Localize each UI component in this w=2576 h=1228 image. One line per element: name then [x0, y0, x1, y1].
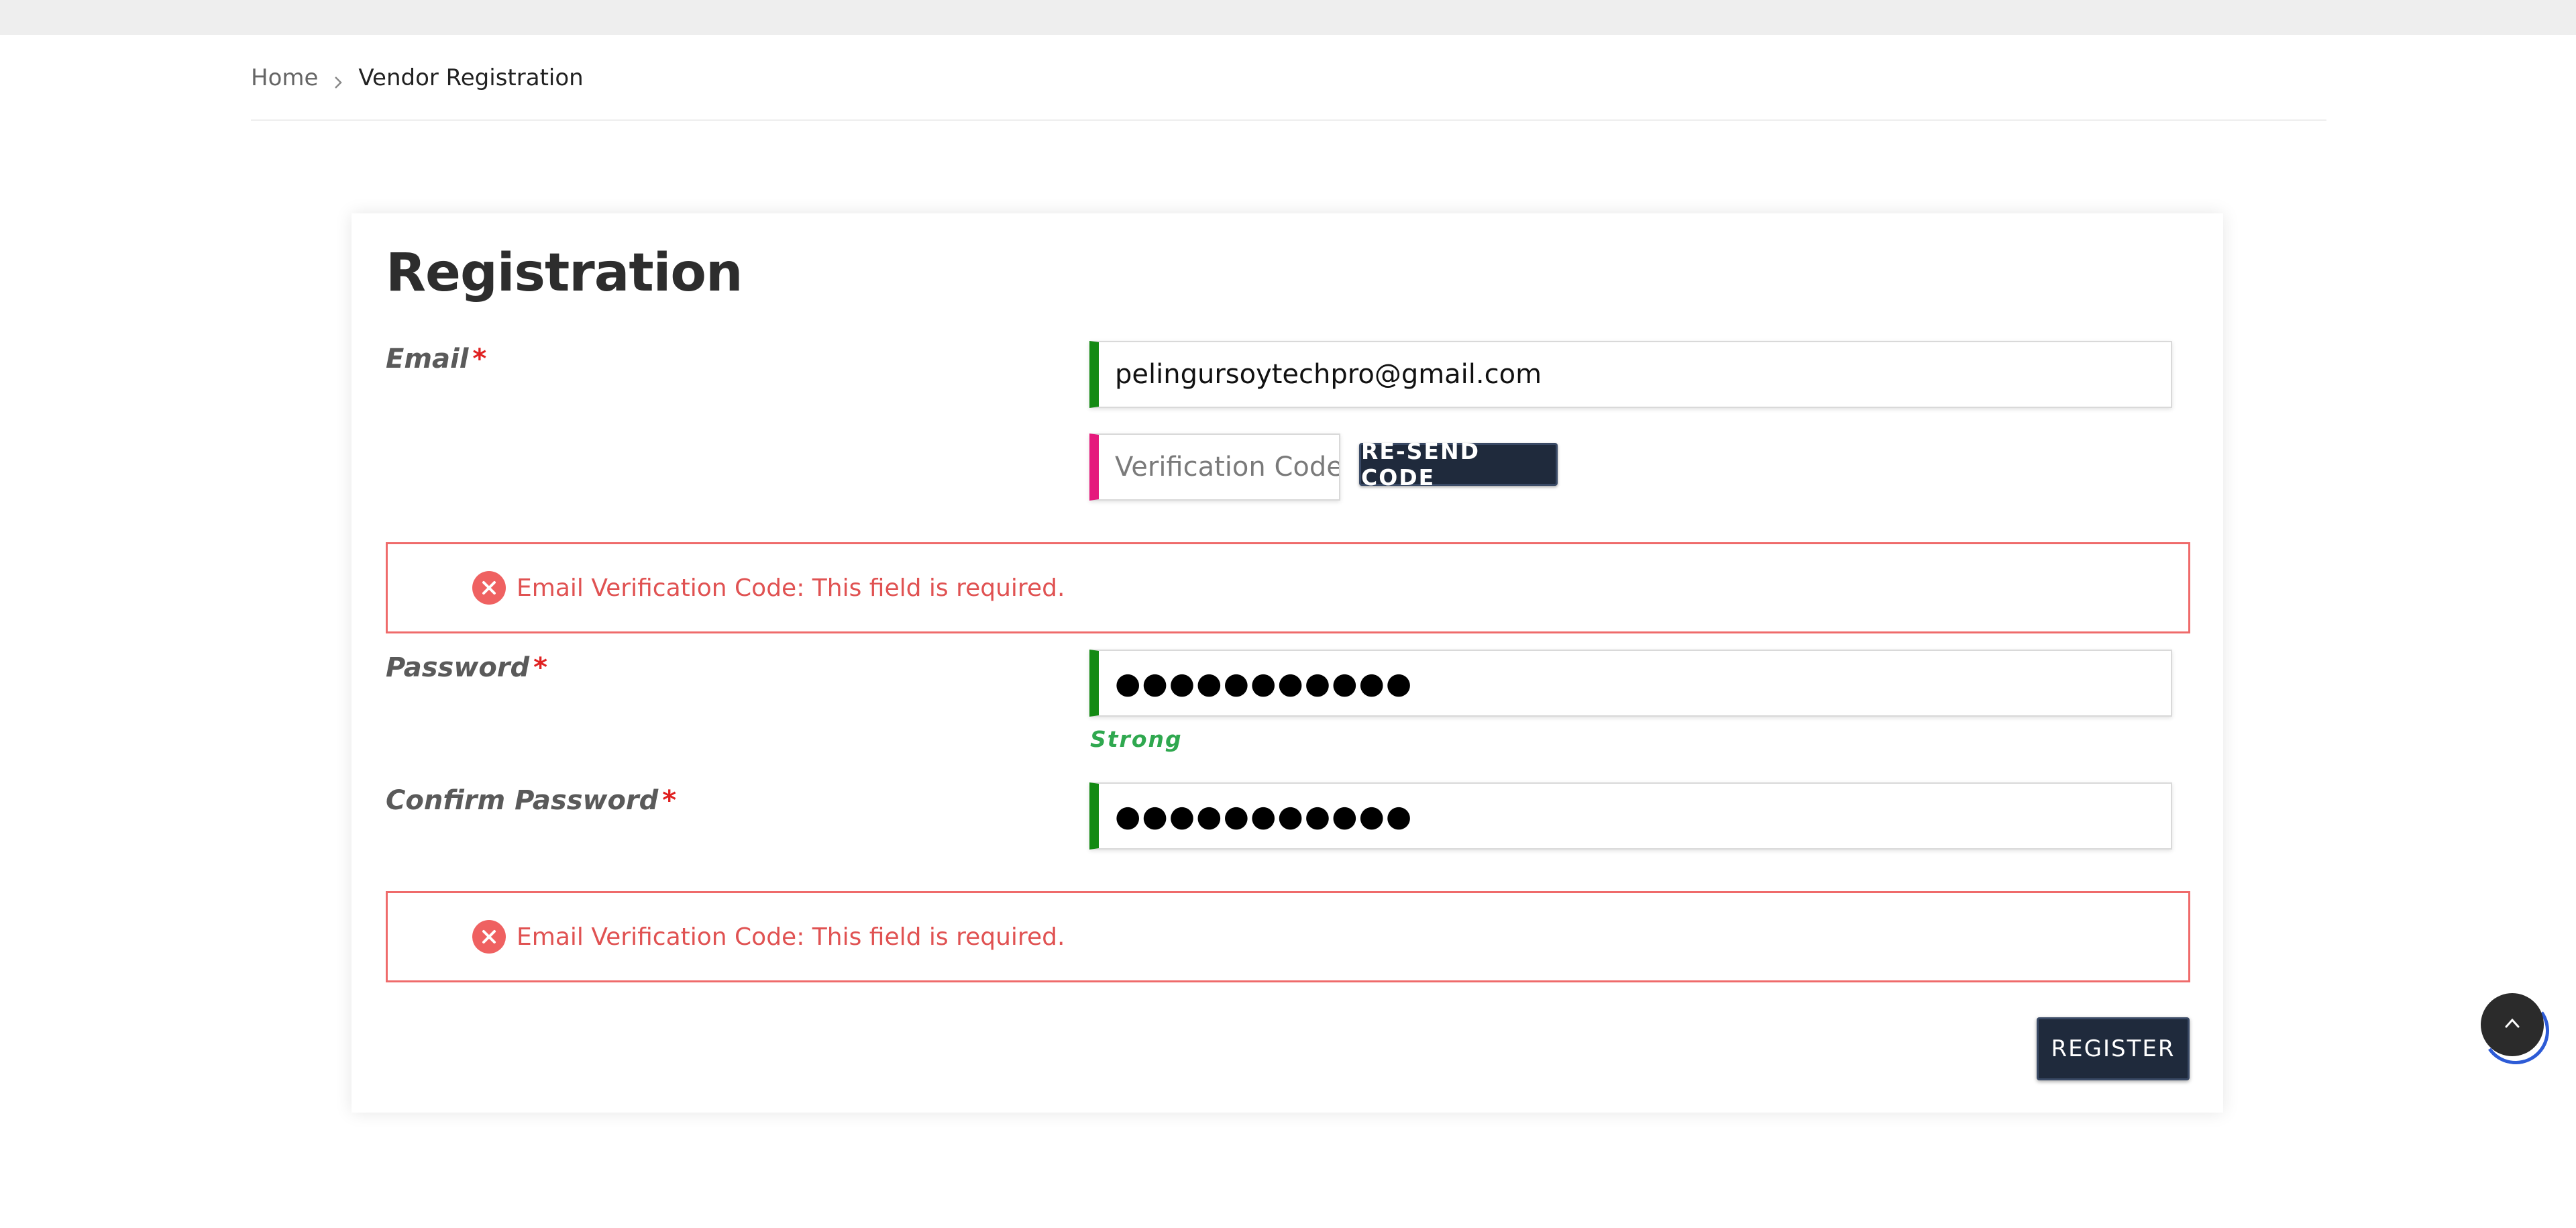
- chevron-up-icon: [2501, 1012, 2524, 1037]
- confirm-password-field[interactable]: ●●●●●●●●●●●: [1089, 782, 2172, 850]
- verification-code-input[interactable]: [1115, 452, 1339, 482]
- register-button[interactable]: REGISTER: [2037, 1017, 2190, 1080]
- required-mark: *: [472, 344, 487, 374]
- error-message-box: Email Verification Code: This field is r…: [386, 542, 2190, 633]
- password-label: Password *: [386, 652, 547, 683]
- required-mark: *: [533, 652, 548, 683]
- email-field[interactable]: [1089, 341, 2172, 408]
- password-strength-indicator: Strong: [1090, 726, 1183, 752]
- error-message-box: Email Verification Code: This field is r…: [386, 891, 2190, 982]
- breadcrumb-current: Vendor Registration: [358, 64, 584, 91]
- error-text: Email Verification Code: This field is r…: [517, 574, 1065, 602]
- email-input[interactable]: [1115, 359, 2171, 390]
- password-label-text: Password: [386, 652, 530, 683]
- page-title: Registration: [386, 243, 743, 303]
- password-field[interactable]: ●●●●●●●●●●●: [1089, 650, 2172, 717]
- required-mark: *: [662, 785, 677, 816]
- breadcrumb: Home Vendor Registration: [251, 58, 584, 98]
- password-masked-value: ●●●●●●●●●●●: [1115, 666, 1413, 701]
- breadcrumb-home-link[interactable]: Home: [251, 64, 318, 91]
- top-bar: [0, 0, 2576, 35]
- resend-code-button[interactable]: RE-SEND CODE: [1359, 438, 1558, 491]
- close-circle-icon: [472, 571, 506, 605]
- email-label-text: Email: [386, 344, 469, 374]
- header-divider: [251, 119, 2326, 121]
- chevron-right-icon: [330, 70, 346, 89]
- error-text: Email Verification Code: This field is r…: [517, 923, 1065, 951]
- confirm-password-label: Confirm Password *: [386, 785, 676, 816]
- scroll-to-top-button[interactable]: [2481, 993, 2544, 1056]
- email-label: Email *: [386, 344, 486, 374]
- close-circle-icon: [472, 920, 506, 954]
- confirm-password-masked-value: ●●●●●●●●●●●: [1115, 799, 1413, 833]
- verification-code-field[interactable]: [1089, 433, 1340, 501]
- confirm-password-label-text: Confirm Password: [386, 785, 659, 816]
